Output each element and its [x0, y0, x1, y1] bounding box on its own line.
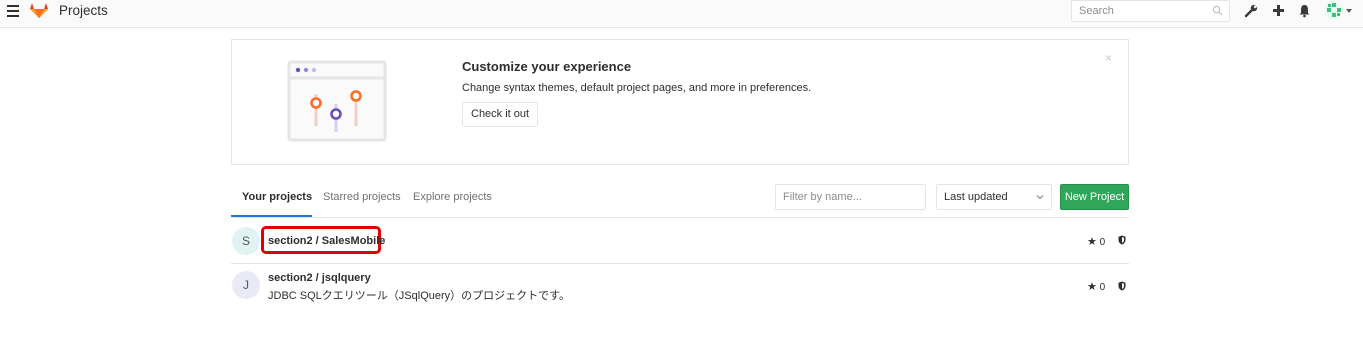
search-box[interactable]	[1071, 0, 1230, 22]
project-description: JDBC SQLクエリツール（JSqlQuery）のプロジェクトです。	[268, 290, 571, 302]
star-icon: ★	[1087, 281, 1097, 293]
star-count[interactable]: ★ 0	[1087, 235, 1105, 248]
project-avatar[interactable]: J	[232, 271, 260, 299]
active-tab-indicator	[231, 215, 312, 217]
user-avatar[interactable]	[1324, 0, 1344, 20]
banner-description: Change syntax themes, default project pa…	[462, 82, 812, 94]
project-avatar[interactable]: S	[232, 227, 260, 255]
project-name-link[interactable]: section2 / jsqlquery	[268, 272, 371, 284]
page-title: Projects	[59, 3, 108, 18]
search-input[interactable]	[1072, 1, 1202, 21]
chevron-down-icon	[1036, 195, 1044, 200]
new-project-button[interactable]: New Project	[1060, 184, 1129, 210]
search-icon	[1212, 5, 1223, 16]
tab-explore-projects[interactable]: Explore projects	[413, 191, 492, 203]
bell-icon[interactable]	[1297, 3, 1312, 18]
top-navbar: Projects	[0, 0, 1363, 28]
plus-icon[interactable]	[1271, 3, 1286, 18]
star-count[interactable]: ★ 0	[1087, 280, 1105, 293]
gitlab-logo[interactable]	[29, 1, 49, 19]
shield-icon	[1118, 235, 1126, 245]
filter-box[interactable]	[775, 184, 926, 210]
star-icon: ★	[1087, 236, 1097, 248]
filter-by-name-input[interactable]	[776, 185, 916, 209]
project-name-link[interactable]: section2 / SalesMobile	[268, 235, 385, 247]
shield-icon	[1118, 281, 1126, 291]
hamburger-icon[interactable]	[7, 5, 19, 17]
chevron-down-icon[interactable]	[1346, 9, 1352, 13]
project-row: J section2 / jsqlquery JDBC SQLクエリツール（JS…	[231, 264, 1129, 310]
project-row: S section2 / SalesMobile ★ 0	[231, 218, 1129, 264]
tab-starred-projects[interactable]: Starred projects	[323, 191, 401, 203]
sort-label: Last updated	[944, 191, 1008, 203]
wrench-icon[interactable]	[1244, 3, 1259, 18]
close-icon[interactable]: ×	[1105, 51, 1112, 65]
star-count-value: 0	[1099, 282, 1106, 293]
sort-dropdown[interactable]: Last updated	[936, 184, 1052, 210]
tab-your-projects[interactable]: Your projects	[242, 191, 312, 203]
banner-title: Customize your experience	[462, 59, 632, 74]
preferences-illustration	[287, 60, 387, 142]
star-count-value: 0	[1099, 237, 1106, 248]
check-it-out-button[interactable]: Check it out	[462, 102, 539, 127]
customize-banner: Customize your experience Change syntax …	[231, 39, 1129, 165]
